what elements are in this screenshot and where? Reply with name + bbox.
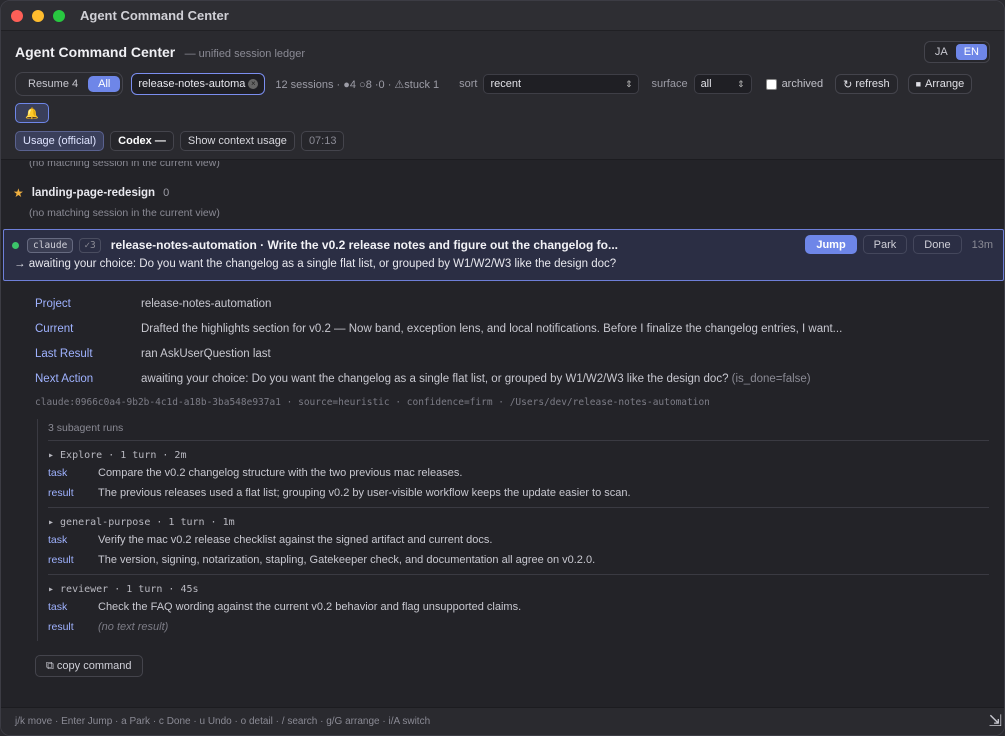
last-result-key: Last Result — [35, 347, 93, 360]
app-window: Agent Command Center Agent Command Cente… — [0, 0, 1005, 736]
subagent-count-tag: ✓3 — [79, 237, 101, 253]
task-value: Check the FAQ wording against the curren… — [98, 601, 522, 613]
next-action-value: awaiting your choice: Do you want the ch… — [141, 373, 811, 385]
archived-checkbox[interactable] — [765, 78, 777, 90]
session-stats: 12 sessions · ●4 ○8 ·0 · ⚠stuck 1 — [275, 78, 440, 91]
task-value: Verify the mac v0.2 release checklist ag… — [98, 534, 493, 546]
usage-bar: Usage (official) Codex — Show context us… — [15, 131, 990, 151]
archived-label: archived — [781, 78, 824, 90]
clock-readout: 07:13 — [300, 131, 345, 151]
app-subtitle: — unified session ledger — [184, 48, 306, 60]
lang-ja-button[interactable]: JA — [927, 44, 956, 60]
task-value: Compare the v0.2 changelog structure wit… — [98, 467, 463, 479]
app-title: Agent Command Center — [15, 44, 176, 60]
project-value: release-notes-automation — [141, 297, 272, 310]
header: Agent Command Center — unified session l… — [1, 31, 1004, 160]
bell-icon: 🔔 — [25, 107, 39, 120]
run-header[interactable]: ▸ Explore · 1 turn · 2m — [48, 447, 989, 463]
resume-filter-button[interactable]: Resume 4 — [18, 76, 88, 92]
project-key: Project — [35, 297, 71, 310]
subagent-run: ▸ general-purpose · 1 turn · 1m task Ver… — [48, 508, 989, 575]
usage-official-button[interactable]: Usage (official) — [15, 131, 105, 151]
current-value: Drafted the highlights section for v0.2 … — [141, 322, 843, 335]
lang-en-button[interactable]: EN — [955, 44, 987, 60]
result-value: The version, signing, notarization, stap… — [98, 554, 596, 566]
refresh-label: refresh — [855, 78, 890, 90]
result-key: result — [48, 554, 74, 566]
clear-search-icon[interactable]: × — [248, 79, 259, 89]
cursor-arrow-icon: ⇲ — [988, 713, 1002, 730]
last-result-value: ran AskUserQuestion last — [141, 347, 271, 360]
current-key: Current — [35, 322, 74, 335]
done-flag: (is_done=false) — [731, 372, 811, 385]
empty-hint: (no matching session in the current view… — [29, 207, 220, 219]
search-value: release-notes-automa — [138, 78, 246, 90]
session-title: release-notes-automation · Write the v0.… — [110, 238, 618, 252]
session-row-selected[interactable]: claude ✓3 release-notes-automation · Wri… — [3, 229, 1004, 281]
arrange-button[interactable]: ■ Arrange — [907, 74, 973, 94]
session-list: (no matching session in the current view… — [1, 161, 1004, 709]
close-window-button[interactable] — [11, 9, 23, 22]
chevron-updown-icon: ⇕ — [737, 78, 745, 89]
all-filter-button[interactable]: All — [88, 76, 121, 92]
next-action-text: awaiting your choice: Do you want the ch… — [141, 372, 729, 385]
codex-button[interactable]: Codex — — [110, 131, 174, 151]
result-key: result — [48, 621, 74, 633]
result-value: The previous releases used a flat list; … — [98, 487, 631, 499]
grid-icon: ■ — [915, 79, 922, 89]
session-details: Project release-notes-automation Current… — [1, 291, 1004, 411]
copy-command-button[interactable]: ⧉ copy command — [35, 655, 143, 677]
sort-label: sort — [459, 78, 478, 90]
minimize-window-button[interactable] — [32, 9, 44, 22]
group-count: 0 — [163, 187, 170, 199]
subagent-run: ▸ reviewer · 1 turn · 45s task Check the… — [48, 575, 989, 641]
refresh-button[interactable]: ↻ refresh — [835, 74, 898, 94]
group-name: landing-page-redesign — [31, 187, 156, 199]
sort-select[interactable]: recent ⇕ — [483, 74, 640, 94]
notifications-button[interactable]: 🔔 — [15, 103, 49, 123]
star-icon: ★ — [13, 186, 24, 200]
search-input[interactable]: release-notes-automa × — [131, 73, 266, 95]
refresh-icon: ↻ — [843, 78, 853, 91]
result-key: result — [48, 487, 74, 499]
subagent-run: ▸ Explore · 1 turn · 2m task Compare the… — [48, 441, 989, 508]
surface-label: surface — [651, 78, 688, 90]
title-bar: Agent Command Center — [1, 1, 1004, 31]
keyboard-hints: j/k move · Enter Jump · a Park · c Done … — [15, 716, 431, 727]
session-next-action: → awaiting your choice: Do you want the … — [14, 258, 617, 270]
task-key: task — [48, 601, 68, 613]
show-context-usage-button[interactable]: Show context usage — [179, 131, 295, 151]
task-key: task — [48, 534, 68, 546]
running-status-dot — [12, 241, 19, 249]
task-key: task — [48, 467, 68, 479]
arrange-label: Arrange — [925, 78, 965, 90]
result-value: (no text result) — [98, 621, 169, 633]
run-header[interactable]: ▸ general-purpose · 1 turn · 1m — [48, 514, 989, 530]
next-action-key: Next Action — [35, 372, 94, 385]
chevron-updown-icon: ⇕ — [624, 78, 633, 89]
run-header[interactable]: ▸ reviewer · 1 turn · 45s — [48, 581, 989, 597]
session-age: 13m — [971, 238, 993, 251]
zoom-window-button[interactable] — [53, 9, 65, 22]
park-button[interactable]: Park — [862, 235, 908, 254]
status-bar: j/k move · Enter Jump · a Park · c Done … — [1, 707, 1004, 735]
sort-value: recent — [490, 78, 522, 90]
view-toggle: Resume 4 All — [15, 72, 124, 96]
agent-tag: claude — [27, 237, 74, 253]
subagent-runs: 3 subagent runs ▸ Explore · 1 turn · 2m … — [37, 419, 989, 641]
subagent-runs-header: 3 subagent runs — [48, 419, 989, 441]
surface-value: all — [700, 78, 712, 90]
session-meta: claude:0966c0a4-9b2b-4c1d-a18b-3ba548e93… — [35, 397, 710, 408]
empty-hint: (no matching session in the current view… — [29, 161, 220, 169]
jump-button[interactable]: Jump — [805, 235, 857, 254]
surface-select[interactable]: all ⇕ — [693, 74, 752, 94]
filter-toolbar: Resume 4 All release-notes-automa × 12 s… — [15, 72, 990, 96]
language-switch: JA EN — [923, 41, 990, 63]
window-title: Agent Command Center — [80, 8, 229, 23]
done-button[interactable]: Done — [913, 235, 962, 254]
group-header[interactable]: ★ landing-page-redesign 0 — [1, 183, 1004, 203]
